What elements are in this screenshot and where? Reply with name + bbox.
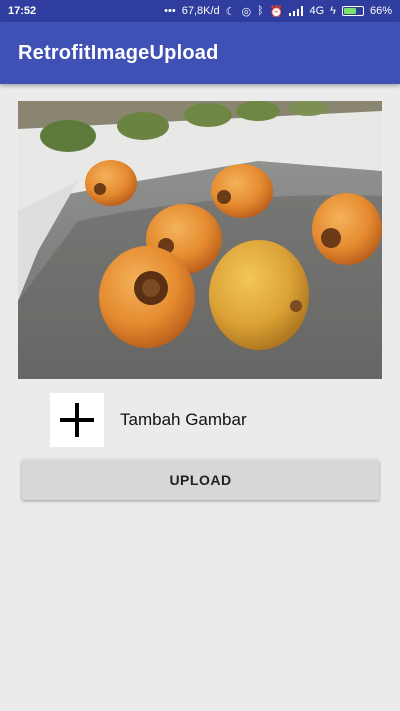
charging-icon: ϟ bbox=[330, 5, 336, 17]
status-icons: ••• 67,8K/d ☾ ◎ ᛒ ⏰ 4G ϟ 66% bbox=[164, 5, 392, 18]
battery-percent: 66% bbox=[369, 5, 392, 17]
signal-icon bbox=[289, 6, 304, 16]
bluetooth-icon: ᛒ bbox=[257, 5, 264, 17]
status-bar: 17:52 ••• 67,8K/d ☾ ◎ ᛒ ⏰ 4G ϟ 66% bbox=[0, 0, 400, 22]
coconuts-photo bbox=[18, 101, 382, 379]
app-bar: RetrofitImageUpload bbox=[0, 22, 400, 84]
alarm-off-icon: ⏰ bbox=[269, 5, 284, 18]
add-image-label: Tambah Gambar bbox=[120, 410, 247, 429]
battery-icon bbox=[341, 6, 364, 16]
status-time: 17:52 bbox=[8, 5, 37, 17]
moon-icon: ☾ bbox=[225, 5, 236, 18]
battery-fill bbox=[343, 8, 356, 14]
plus-icon bbox=[60, 403, 94, 437]
network-speed: 67,8K/d bbox=[181, 5, 220, 17]
image-preview bbox=[18, 101, 382, 379]
hotspot-icon: ◎ bbox=[241, 5, 252, 18]
add-image-button[interactable] bbox=[50, 393, 104, 447]
upload-button[interactable]: UPLOAD bbox=[22, 460, 379, 500]
add-image-row: Tambah Gambar bbox=[50, 393, 247, 447]
notification-dots: ••• bbox=[164, 5, 176, 17]
network-type: 4G bbox=[309, 5, 325, 17]
app-title: RetrofitImageUpload bbox=[18, 41, 219, 64]
